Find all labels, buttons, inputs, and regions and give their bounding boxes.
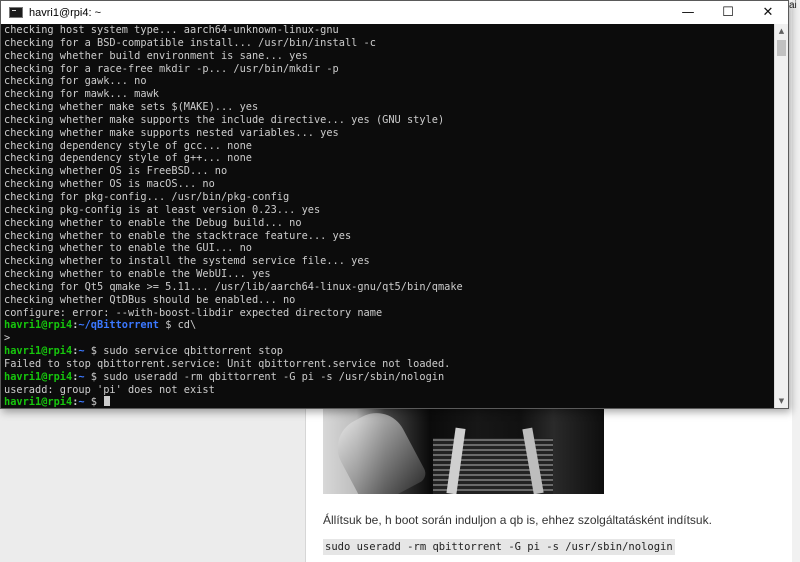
terminal-output-line: checking whether to enable the GUI... no — [1, 242, 774, 255]
output-text: checking for pkg-config... /usr/bin/pkg-… — [4, 190, 290, 203]
close-button[interactable]: ✕ — [748, 1, 788, 24]
terminal-output-line: checking whether to install the systemd … — [1, 255, 774, 268]
terminal-output-line: checking for a race-free mkdir -p... /us… — [1, 63, 774, 76]
output-text: checking whether make sets $(MAKE)... ye… — [4, 101, 259, 114]
terminal-output-line: useradd: group 'pi' does not exist — [1, 384, 774, 397]
output-text: checking whether make supports the inclu… — [4, 113, 445, 126]
terminal-prompt-line: havri1@rpi4:~/qBittorrent $ cd\ — [1, 319, 774, 332]
command-text: cd\ — [177, 319, 197, 332]
output-text: checking host system type... aarch64-unk… — [4, 24, 339, 36]
terminal-prompt-line: havri1@rpi4:~ $ sudo service qbittorrent… — [1, 345, 774, 358]
terminal-output-line: checking for a BSD-compatible install...… — [1, 37, 774, 50]
terminal-output-line: checking whether make supports nested va… — [1, 127, 774, 140]
output-text: checking whether build environment is sa… — [4, 49, 308, 62]
output-text: configure: error: --with-boost-libdir ex… — [4, 306, 383, 319]
output-text: checking whether make supports nested va… — [4, 126, 339, 139]
terminal-output[interactable]: checking host system type... aarch64-unk… — [1, 24, 774, 408]
terminal-output-line: checking for gawk... no — [1, 75, 774, 88]
output-text: useradd: group 'pi' does not exist — [4, 383, 215, 396]
output-text: checking dependency style of g++... none — [4, 152, 252, 165]
command-text: sudo service qbittorrent stop — [103, 345, 283, 358]
text-cursor — [104, 396, 111, 407]
prompt-symbol: $ — [159, 319, 178, 332]
output-text: checking whether to enable the GUI... no — [4, 242, 252, 255]
terminal-output-line: checking whether build environment is sa… — [1, 50, 774, 63]
terminal-output-line: checking for mawk... mawk — [1, 88, 774, 101]
terminal-output-line: checking whether QtDBus should be enable… — [1, 294, 774, 307]
output-text: checking for mawk... mawk — [4, 88, 159, 101]
terminal-icon — [9, 7, 23, 18]
minimize-button[interactable]: — — [668, 1, 708, 24]
output-text: checking whether to install the systemd … — [4, 255, 370, 268]
terminal-output-line: checking whether make sets $(MAKE)... ye… — [1, 101, 774, 114]
prompt-symbol: $ — [84, 370, 104, 383]
terminal-output-line: checking for Qt5 qmake >= 5.11... /usr/l… — [1, 281, 774, 294]
window-controls: — ☐ ✕ — [668, 1, 788, 24]
output-text: checking whether to enable the Debug bui… — [4, 216, 302, 229]
output-text: > — [4, 332, 11, 345]
terminal-output-line: checking pkg-config is at least version … — [1, 204, 774, 217]
vertical-scrollbar[interactable]: ▲ ▼ — [774, 24, 788, 408]
output-text: checking whether QtDBus should be enable… — [4, 293, 296, 306]
terminal-prompt-line: havri1@rpi4:~ $ — [1, 396, 774, 408]
prompt-symbol: $ — [84, 345, 104, 358]
output-text: checking whether OS is FreeBSD... no — [4, 165, 228, 178]
terminal-output-line: checking dependency style of g++... none — [1, 152, 774, 165]
output-text: checking dependency style of gcc... none — [4, 139, 252, 152]
terminal-output-line: checking whether to enable the WebUI... … — [1, 268, 774, 281]
prompt-user: havri1@rpi4 — [4, 319, 73, 332]
terminal-output-line: checking whether to enable the Debug bui… — [1, 217, 774, 230]
scroll-down-arrow-icon[interactable]: ▼ — [775, 394, 788, 408]
title-bar[interactable]: havri1@rpi4: ~ — ☐ ✕ — [1, 1, 788, 24]
terminal-output-line: Failed to stop qbittorrent.service: Unit… — [1, 358, 774, 371]
terminal-output-line: checking for pkg-config... /usr/bin/pkg-… — [1, 191, 774, 204]
prompt-user: havri1@rpi4 — [4, 345, 73, 358]
terminal-output-line: configure: error: --with-boost-libdir ex… — [1, 307, 774, 320]
corner-text: ai — [789, 0, 797, 11]
terminal-output-line: checking whether OS is FreeBSD... no — [1, 165, 774, 178]
output-text: checking pkg-config is at least version … — [4, 203, 321, 216]
maximize-button[interactable]: ☐ — [708, 1, 748, 24]
prompt-user: havri1@rpi4 — [4, 396, 73, 408]
output-text: checking whether to enable the WebUI... … — [4, 268, 271, 281]
terminal-window[interactable]: havri1@rpi4: ~ — ☐ ✕ checking host syste… — [0, 0, 789, 409]
scrollbar-thumb[interactable] — [777, 40, 786, 56]
prompt-path: ~/qBittorrent — [78, 319, 159, 332]
output-text: checking for Qt5 qmake >= 5.11... /usr/l… — [4, 280, 463, 293]
terminal-output-line: checking whether OS is macOS... no — [1, 178, 774, 191]
output-text: checking for a race-free mkdir -p... /us… — [4, 62, 339, 75]
output-text: checking whether to enable the stacktrac… — [4, 229, 352, 242]
window-title: havri1@rpi4: ~ — [29, 6, 102, 19]
terminal-output-line: checking whether to enable the stacktrac… — [1, 230, 774, 243]
article-code-snippet: sudo useradd -rm qbittorrent -G pi -s /u… — [323, 539, 675, 555]
terminal-output-line: checking dependency style of gcc... none — [1, 140, 774, 153]
article-paragraph: Állítsuk be, h boot során induljon a qb … — [323, 513, 712, 527]
output-text: Failed to stop qbittorrent.service: Unit… — [4, 357, 451, 370]
article-photo — [323, 408, 604, 494]
output-text: checking for a BSD-compatible install...… — [4, 36, 376, 49]
prompt-user: havri1@rpi4 — [4, 370, 73, 383]
scroll-up-arrow-icon[interactable]: ▲ — [775, 24, 788, 38]
terminal-output-line: checking host system type... aarch64-unk… — [1, 24, 774, 37]
prompt-symbol: $ — [84, 396, 104, 408]
terminal-output-line: > — [1, 332, 774, 345]
output-text: checking for gawk... no — [4, 75, 147, 88]
command-text: sudo useradd -rm qbittorrent -G pi -s /u… — [103, 370, 445, 383]
terminal-output-line: checking whether make supports the inclu… — [1, 114, 774, 127]
output-text: checking whether OS is macOS... no — [4, 178, 215, 191]
terminal-prompt-line: havri1@rpi4:~ $ sudo useradd -rm qbittor… — [1, 371, 774, 384]
page-right-edge — [792, 0, 800, 562]
